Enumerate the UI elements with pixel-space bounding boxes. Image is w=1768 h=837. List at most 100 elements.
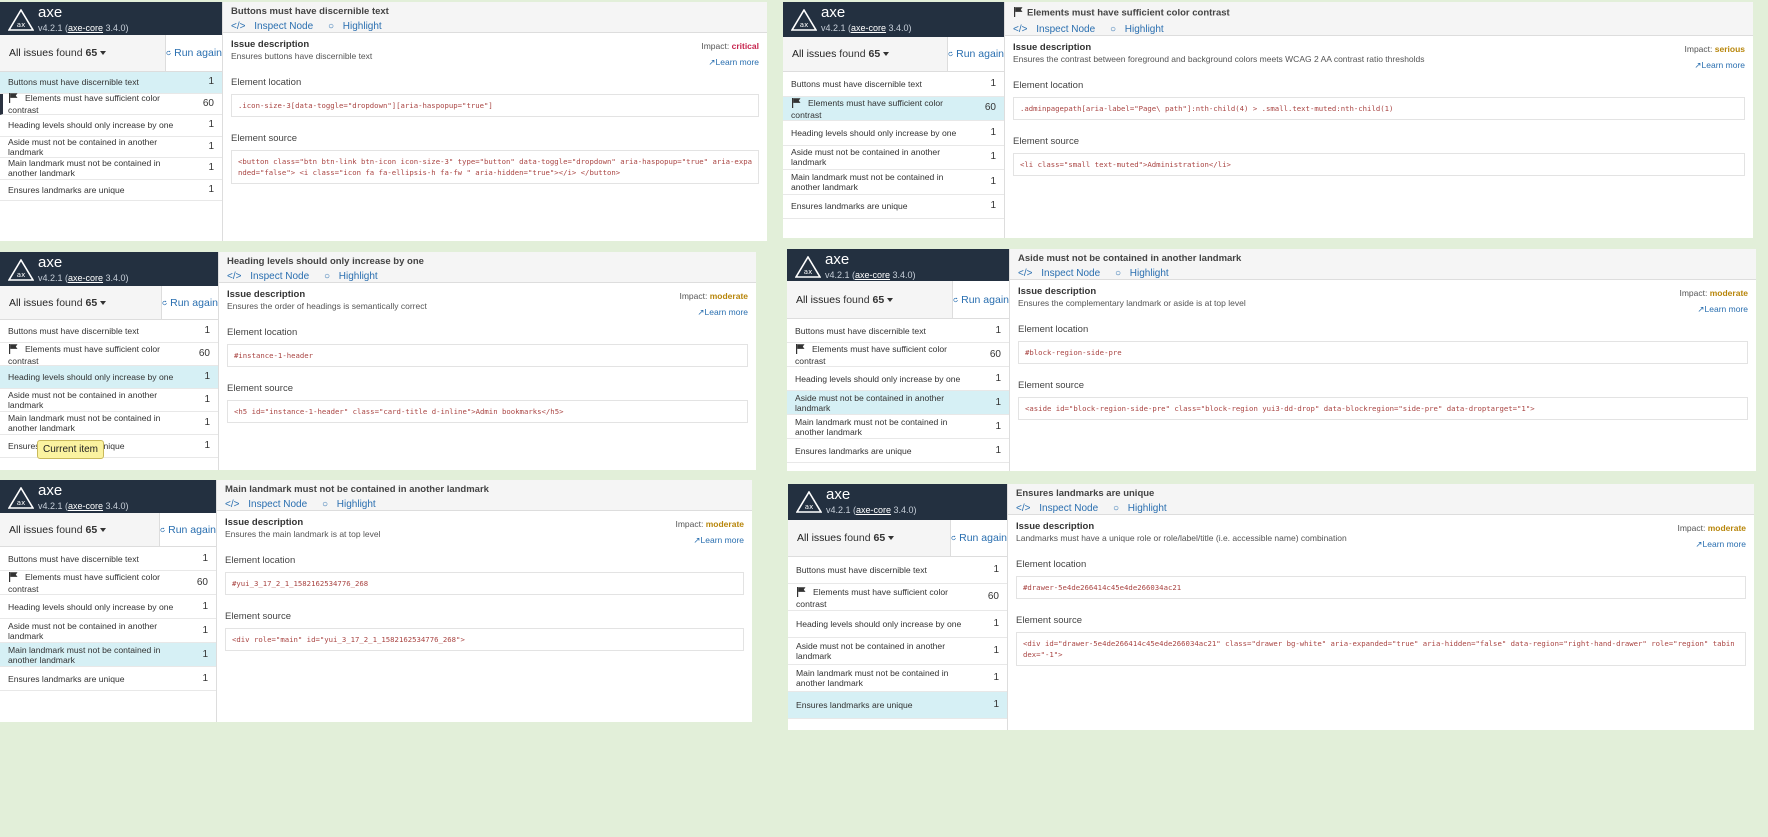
issue-list-item-label: Main landmark must not be contained in a… [791, 171, 944, 192]
issue-list-item[interactable]: Heading levels should only increase by o… [788, 611, 1007, 638]
run-again-button[interactable]: Run again [950, 520, 1007, 556]
issues-filter-dropdown[interactable]: All issues found 65 [9, 47, 107, 59]
highlight-button[interactable]: ○ Highlight [324, 271, 384, 282]
inspect-node-button[interactable]: </> Inspect Node [1013, 24, 1101, 35]
brand-version: v4.2.1 (axe-core 3.4.0) [38, 23, 129, 33]
axe-core-link[interactable]: axe-core [68, 273, 103, 283]
issue-list-item[interactable]: Elements must have sufficient color cont… [0, 343, 218, 366]
highlight-button[interactable]: ○ Highlight [1110, 24, 1170, 35]
issue-list-item-label: Elements must have sufficient color cont… [8, 93, 161, 116]
external-link-icon: ↗ [697, 307, 705, 317]
issue-list-item[interactable]: Ensures landmarks are unique1 [788, 692, 1007, 719]
issue-list-item[interactable]: Aside must not be contained in another l… [0, 389, 218, 412]
run-again-button[interactable]: Run again [161, 286, 218, 319]
inspect-node-button[interactable]: </> Inspect Node [231, 21, 319, 32]
issue-list-item[interactable]: Ensures landmarks are unique1 [0, 180, 222, 201]
run-again-button[interactable]: Run again [952, 281, 1009, 318]
highlight-button[interactable]: ○ Highlight [322, 499, 382, 510]
issue-count: 60 [984, 102, 996, 114]
issue-list-item[interactable]: Main landmark must not be contained in a… [0, 412, 218, 435]
issue-list-item[interactable]: Heading levels should only increase by o… [783, 121, 1004, 146]
issue-list-item[interactable]: Ensures landmarks are unique1 [0, 435, 218, 458]
issue-list-item[interactable]: Aside must not be contained in another l… [787, 391, 1009, 415]
issue-count: 1 [208, 119, 214, 131]
issue-list-item[interactable]: Aside must not be contained in another l… [0, 619, 216, 643]
run-again-button[interactable]: Run again [165, 35, 222, 71]
issues-filter-dropdown[interactable]: All issues found 65 [9, 297, 107, 309]
issue-count: 1 [995, 420, 1001, 432]
issue-list: Buttons must have discernible text 1 Eleme… [0, 72, 222, 201]
issue-list-item[interactable]: Aside must not be contained in another l… [788, 638, 1007, 665]
issue-list-item[interactable]: Main landmark must not be contained in a… [788, 665, 1007, 692]
issue-list-item-label: Main landmark must not be contained in a… [796, 668, 949, 688]
highlight-button[interactable]: ○ Highlight [1113, 503, 1173, 514]
learn-more-link[interactable]: ↗Learn more [1679, 304, 1748, 315]
axe-core-link[interactable]: axe-core [855, 270, 890, 280]
circle-icon: ○ [1114, 268, 1122, 279]
element-source-label: Element source [227, 383, 294, 394]
issue-detail-header: Buttons must have discernible text </> I… [223, 2, 767, 33]
inspect-node-button[interactable]: </> Inspect Node [1016, 503, 1104, 514]
run-again-button[interactable]: Run again [947, 37, 1004, 71]
issue-list-item[interactable]: Aside must not be contained in another l… [0, 137, 222, 158]
issue-list-item[interactable]: Main landmark must not be contained in a… [787, 415, 1009, 439]
highlight-button[interactable]: ○ Highlight [1115, 268, 1175, 279]
brand-version: v4.2.1 (axe-core 3.4.0) [826, 505, 917, 515]
element-location-label: Element location [1013, 80, 1084, 91]
axe-core-link[interactable]: axe-core [856, 505, 891, 515]
issue-list-item[interactable]: Aside must not be contained in another l… [783, 146, 1004, 170]
issues-filter-dropdown[interactable]: All issues found 65 [9, 524, 107, 536]
element-location-label: Element location [227, 327, 298, 338]
inspect-node-button[interactable]: </> Inspect Node [225, 499, 313, 510]
highlight-button[interactable]: ○ Highlight [328, 21, 388, 32]
issue-list-item[interactable]: Buttons must have discernible text 1 [788, 557, 1007, 584]
issue-list-item-label: Ensures landmarks are unique [8, 184, 125, 195]
issue-count: 1 [995, 444, 1001, 456]
learn-more-link[interactable]: ↗Learn more [1685, 60, 1745, 71]
issue-list: Buttons must have discernible text 1 Eleme… [0, 320, 218, 458]
axe-core-link[interactable]: axe-core [68, 501, 103, 511]
run-again-button[interactable]: Run again [159, 513, 216, 546]
issue-list-item[interactable]: Buttons must have discernible text 1 [787, 319, 1009, 343]
issue-list-item[interactable]: Elements must have sufficient color cont… [787, 343, 1009, 367]
issue-list-item[interactable]: Buttons must have discernible text 1 [783, 72, 1004, 97]
issue-list-item[interactable]: Elements must have sufficient color cont… [0, 93, 222, 116]
element-location-code: #instance-1-header [227, 344, 748, 367]
issue-list-item[interactable]: Buttons must have discernible text 1 [0, 320, 218, 343]
issue-list-item[interactable]: Heading levels should only increase by o… [787, 367, 1009, 391]
issues-filter-dropdown[interactable]: All issues found 65 [797, 532, 895, 544]
issue-list-item[interactable]: Buttons must have discernible text 1 [0, 547, 216, 571]
issue-list-item[interactable]: Ensures landmarks are unique1 [787, 439, 1009, 463]
issue-list-item[interactable]: Ensures landmarks are unique1 [0, 667, 216, 691]
issues-filter-dropdown[interactable]: All issues found 65 [796, 294, 894, 306]
issue-detail-body: Issue description Ensures the contrast b… [1005, 36, 1753, 176]
issue-list-item[interactable]: Elements must have sufficient color cont… [0, 571, 216, 595]
issue-list-item[interactable]: Heading levels should only increase by o… [0, 115, 222, 137]
axe-core-link[interactable]: axe-core [851, 23, 886, 33]
issue-list-item[interactable]: Main landmark must not be contained in a… [783, 170, 1004, 195]
inspect-node-button[interactable]: </> Inspect Node [1018, 268, 1106, 279]
issue-list-item[interactable]: Ensures landmarks are unique1 [783, 195, 1004, 219]
axe-panel-3: ax axe v4.2.1 (axe-core 3.4.0) All issue… [0, 252, 756, 470]
brand-version: v4.2.1 (axe-core 3.4.0) [38, 273, 129, 283]
issue-list-item-label: Elements must have sufficient color cont… [8, 571, 161, 594]
issues-filter-dropdown[interactable]: All issues found 65 [792, 48, 890, 60]
learn-more-link[interactable]: ↗Learn more [1677, 539, 1746, 550]
issue-list-item[interactable]: Main landmark must not be contained in a… [0, 643, 216, 667]
issue-count: 1 [990, 200, 996, 212]
inspect-node-button[interactable]: </> Inspect Node [227, 271, 315, 282]
impact-level: moderate [1709, 288, 1748, 298]
learn-more-link[interactable]: ↗Learn more [701, 57, 759, 68]
learn-more-link[interactable]: ↗Learn more [679, 307, 748, 318]
issue-list-item[interactable]: Elements must have sufficient color cont… [783, 96, 1004, 121]
issue-list-item[interactable]: Heading levels should only increase by o… [0, 366, 218, 389]
issue-list-item[interactable]: Main landmark must not be contained in a… [0, 158, 222, 180]
issue-list-item[interactable]: Buttons must have discernible text 1 [0, 72, 222, 94]
svg-text:ax: ax [17, 271, 25, 279]
issue-list-item[interactable]: Elements must have sufficient color cont… [788, 584, 1007, 611]
learn-more-link[interactable]: ↗Learn more [675, 535, 744, 546]
issue-list-item[interactable]: Heading levels should only increase by o… [0, 595, 216, 619]
element-source-code: <div id="drawer-5e4de266414c45e4de266034… [1016, 632, 1746, 666]
axe-core-link[interactable]: axe-core [68, 23, 103, 33]
element-source-code: <button class="btn btn-link btn-icon ico… [231, 150, 759, 184]
